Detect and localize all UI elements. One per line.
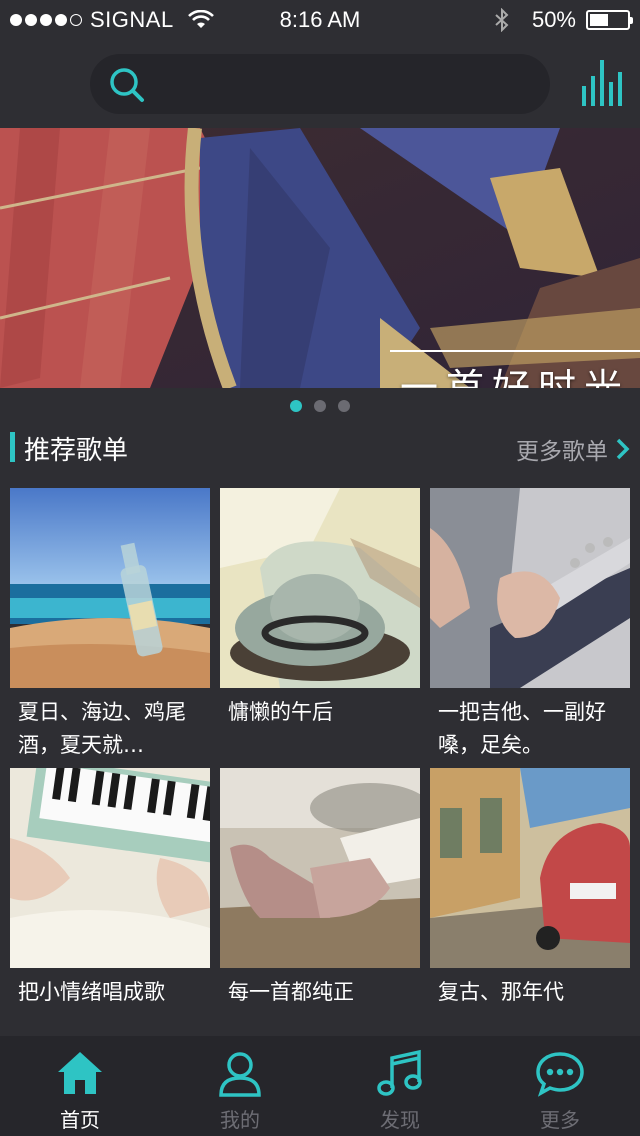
tab-label: 首页 [60, 1108, 100, 1132]
tab-home[interactable]: 首页 [0, 1036, 160, 1136]
battery-icon [586, 10, 633, 30]
equalizer-icon[interactable] [582, 60, 622, 106]
playlist-title: 每一首都纯正 [228, 980, 354, 1004]
playlist-cover-image [430, 488, 630, 688]
pager-dot[interactable] [314, 400, 326, 412]
tab-label: 我的 [220, 1108, 260, 1132]
user-icon [219, 1052, 261, 1097]
section-header: 推荐歌单 更多歌单 [0, 428, 640, 468]
home-icon [58, 1052, 102, 1094]
status-time: 8:16 AM [279, 7, 361, 32]
playlist-card[interactable]: 夏日、海边、鸡尾酒，夏天就… [10, 488, 210, 762]
more-chat-icon [536, 1052, 584, 1097]
playlist-title: 夏日、海边、鸡尾酒，夏天就… [18, 700, 186, 757]
tab-more[interactable]: 更多 [480, 1036, 640, 1136]
playlist-cover-image [10, 488, 210, 688]
playlist-title: 把小情绪唱成歌 [18, 980, 165, 1004]
playlist-title: 复古、那年代 [438, 980, 564, 1004]
playlist-card[interactable]: 把小情绪唱成歌 [10, 768, 210, 1009]
playlist-cover-image [10, 768, 210, 968]
playlist-card[interactable]: 复古、那年代 [430, 768, 630, 1009]
banner-title: 一首好时光 [390, 350, 640, 388]
playlist-card[interactable]: 一把吉他、一副好嗓，足矣。 [430, 488, 630, 762]
tab-mine[interactable]: 我的 [160, 1036, 320, 1136]
more-playlists-label: 更多歌单 [516, 439, 608, 465]
playlist-cover-image [220, 488, 420, 688]
playlist-cover-image [220, 768, 420, 968]
playlist-title: 慵懒的午后 [228, 700, 333, 724]
banner-image [0, 128, 640, 388]
chevron-right-icon [616, 438, 630, 460]
playlist-title: 一把吉他、一副好嗓，足矣。 [438, 700, 606, 757]
pager-dot[interactable] [338, 400, 350, 412]
section-accent-bar [10, 432, 15, 462]
pager-dot[interactable] [290, 400, 302, 412]
section-title: 推荐歌单 [24, 436, 129, 466]
tab-label: 更多 [540, 1108, 580, 1132]
playlist-cover-image [430, 768, 630, 968]
tab-label: 发现 [380, 1108, 420, 1132]
more-playlists-link[interactable]: 更多歌单 [516, 432, 630, 466]
music-note-icon [377, 1049, 422, 1096]
banner-pager[interactable] [0, 400, 640, 412]
status-bar: SIGNAL 8:16 AM 50% [0, 0, 640, 40]
tab-discover[interactable]: 发现 [320, 1036, 480, 1136]
tab-bar: 首页 我的 发现 更多 [0, 1036, 640, 1136]
playlist-card[interactable]: 每一首都纯正 [220, 768, 420, 1009]
playlist-card[interactable]: 慵懒的午后 [220, 488, 420, 729]
search-input[interactable] [90, 54, 550, 114]
banner-carousel[interactable]: 一首好时光 [0, 128, 640, 388]
search-icon[interactable] [108, 66, 146, 104]
